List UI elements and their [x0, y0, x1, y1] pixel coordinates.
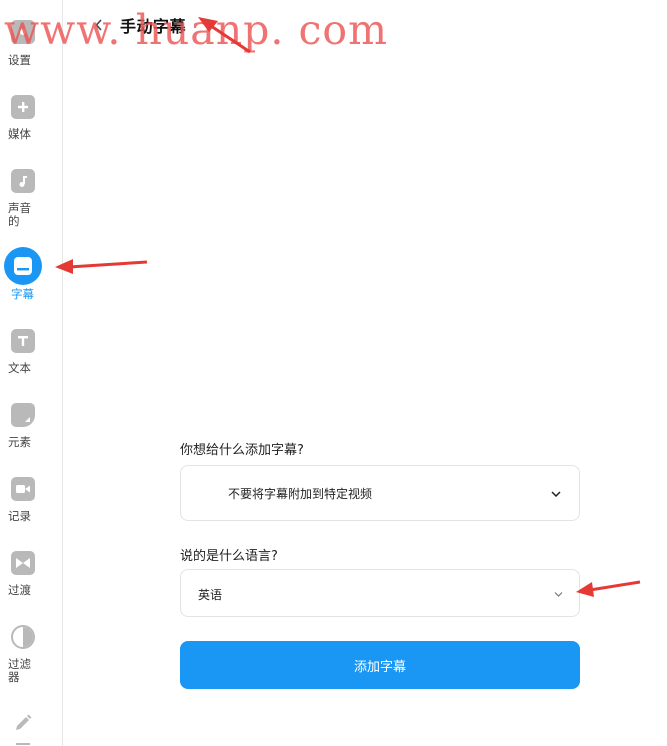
video-select[interactable]: 不要将字幕附加到特定视频 — [180, 465, 580, 521]
sidebar-item-elements[interactable]: 元素 — [0, 403, 63, 453]
sidebar-item-label: 的 — [8, 214, 20, 228]
text-icon — [11, 329, 35, 353]
sidebar-item-label: 字幕 — [11, 287, 34, 301]
sidebar-item-label: 过渡 — [8, 583, 31, 597]
sidebar-item-text[interactable]: 文本 — [0, 329, 63, 379]
sidebar-item-draw[interactable] — [0, 711, 63, 746]
sidebar-item-label: 媒体 — [8, 127, 31, 141]
video-question-label: 你想给什么添加字幕? — [180, 443, 304, 458]
video-select-value: 不要将字幕附加到特定视频 — [228, 487, 373, 501]
shapes-icon — [11, 403, 35, 427]
annotation-arrow-title-icon — [198, 17, 251, 54]
sidebar-item-label: 声音 — [8, 201, 31, 215]
add-subtitles-button[interactable]: 添加字幕 — [180, 641, 580, 689]
annotation-arrow-language-icon — [576, 580, 641, 597]
sidebar-item-label: 器 — [8, 670, 20, 684]
pencil-icon — [11, 711, 35, 735]
sidebar-item-label: 文本 — [8, 361, 31, 375]
chevron-down-icon — [548, 486, 564, 502]
subtitles-icon — [4, 247, 42, 285]
language-question-label: 说的是什么语言? — [180, 549, 278, 564]
settings-icon — [11, 20, 35, 44]
page-title: 手动字幕 — [120, 17, 187, 36]
music-note-icon — [11, 169, 35, 193]
sidebar-item-record[interactable]: 记录 — [0, 477, 63, 527]
sidebar-item-label: 设置 — [8, 53, 31, 67]
sidebar-item-label: 元素 — [8, 435, 31, 449]
record-icon — [11, 477, 35, 501]
language-select-value: 英语 — [198, 588, 223, 602]
sidebar-item-label: 记录 — [8, 509, 31, 523]
chevron-left-icon — [95, 19, 102, 31]
chevron-down-icon — [550, 586, 566, 602]
sidebar-item-subtitles[interactable]: 字幕 — [0, 247, 63, 303]
language-select[interactable]: 英语 — [180, 569, 580, 617]
sidebar: 设置 媒体 声音 的 字幕 文本 元素 记录 过渡 过滤 器 — [0, 0, 63, 746]
transition-icon — [11, 551, 35, 575]
sidebar-item-media[interactable]: 媒体 — [0, 95, 63, 145]
sidebar-item-transitions[interactable]: 过渡 — [0, 551, 63, 601]
sidebar-item-filters[interactable]: 过滤 器 — [0, 625, 63, 685]
back-button[interactable] — [90, 14, 108, 36]
annotation-arrow-subtitles-icon — [55, 259, 148, 274]
sidebar-item-settings[interactable]: 设置 — [0, 20, 63, 70]
sidebar-item-audio[interactable]: 声音 的 — [0, 169, 63, 229]
plus-icon — [11, 95, 35, 119]
sidebar-item-label: 过滤 — [8, 657, 31, 671]
pencil-underline — [16, 743, 30, 745]
filter-icon — [11, 625, 35, 649]
